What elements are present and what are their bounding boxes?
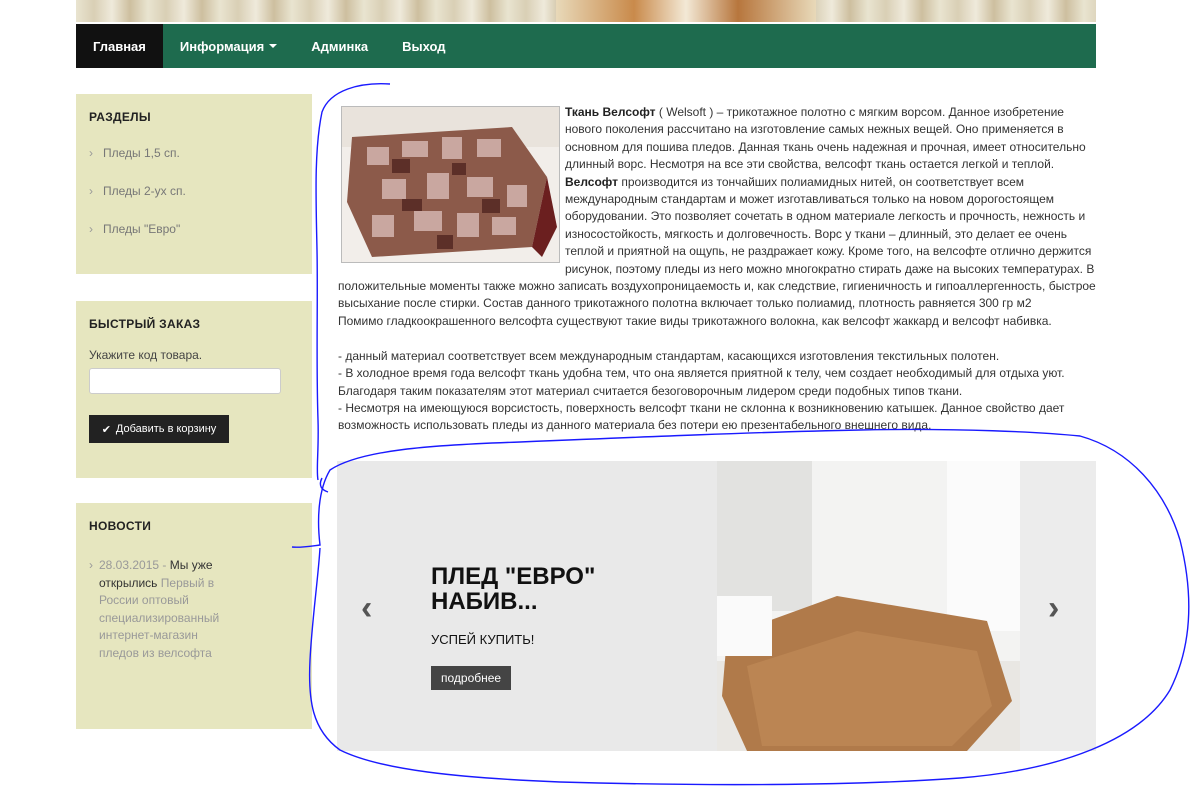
section-item[interactable]: › Пледы 1,5 сп.	[89, 146, 299, 184]
section-item-label: Пледы 1,5 сп.	[103, 146, 180, 160]
chevron-right-icon: ›	[89, 558, 93, 572]
quick-order-panel: БЫСТРЫЙ ЗАКАЗ Укажите код товара. ✔ Добав…	[76, 301, 312, 478]
article-spacer	[338, 330, 1096, 347]
article-bold-term: Велсофт	[565, 174, 619, 189]
add-to-cart-label: Добавить в корзину	[115, 423, 217, 435]
nav-info-label: Информация	[179, 38, 265, 54]
nav-home-label: Главная	[93, 38, 146, 54]
news-title: НОВОСТИ	[89, 519, 152, 533]
nav-logout[interactable]: Выход	[385, 24, 462, 68]
main-navbar: Главная Информация Админка Выход	[76, 24, 1096, 68]
nav-info-dropdown[interactable]: Информация	[163, 24, 294, 68]
article-text: Ткань Велсофт ( Welsoft ) – трикотажное …	[338, 104, 1096, 435]
nav-admin-label: Админка	[311, 38, 369, 54]
caret-down-icon	[269, 44, 278, 48]
chevron-right-icon: ›	[89, 146, 93, 160]
banner-image	[556, 0, 816, 22]
product-code-label: Укажите код товара.	[89, 348, 203, 362]
article-paragraph-2: Помимо гладкоокрашенного велсофта сущест…	[338, 313, 1052, 328]
section-item-label: Пледы "Евро"	[103, 222, 181, 236]
section-item[interactable]: › Пледы "Евро"	[89, 222, 299, 260]
slide-title: ПЛЕД "ЕВРО" НАБИВ...	[431, 563, 596, 615]
check-icon: ✔	[101, 423, 111, 436]
slide-image	[717, 461, 1020, 751]
nav-admin[interactable]: Админка	[294, 24, 385, 68]
chevron-right-icon: ›	[89, 184, 93, 198]
article-bullet-1: - данный материал соответствует всем меж…	[338, 348, 1000, 363]
section-item[interactable]: › Пледы 2-ух сп.	[89, 184, 299, 222]
image-spacer	[338, 104, 565, 264]
news-panel: НОВОСТИ › 28.03.2015 - Мы уже открылись …	[76, 503, 312, 729]
chevron-right-icon[interactable]: ›	[1048, 591, 1059, 625]
sections-list: › Пледы 1,5 сп. › Пледы 2-ух сп. › Пледы "Е…	[89, 146, 299, 260]
section-item-label: Пледы 2-ух сп.	[103, 184, 186, 198]
sections-title: РАЗДЕЛЫ	[89, 110, 151, 124]
chevron-left-icon[interactable]: ‹	[361, 591, 372, 625]
add-to-cart-button[interactable]: ✔ Добавить в корзину	[89, 415, 229, 443]
slide-subtitle: УСПЕЙ КУПИТЬ!	[431, 632, 535, 647]
chevron-right-icon: ›	[89, 222, 93, 236]
promo-carousel: ПЛЕД "ЕВРО" НАБИВ... УСПЕЙ КУПИТЬ! подро…	[337, 461, 1096, 751]
nav-logout-label: Выход	[402, 38, 446, 54]
news-date: 28.03.2015 -	[99, 558, 167, 572]
product-code-input[interactable]	[89, 368, 281, 394]
nav-home[interactable]: Главная	[76, 24, 163, 68]
article-bullet-3: - Несмотря на имеющуюся ворсистость, пов…	[338, 400, 1065, 433]
quick-order-title: БЫСТРЫЙ ЗАКАЗ	[89, 317, 201, 331]
slide-more-button[interactable]: подробнее	[431, 666, 512, 690]
article-bullet-2: - В холодное время года велсофт ткань уд…	[338, 366, 1065, 398]
sections-panel: РАЗДЕЛЫ › Пледы 1,5 сп. › Пледы 2-ух сп. ›…	[76, 94, 312, 274]
article-title: Ткань Велсофт	[565, 105, 656, 119]
news-item[interactable]: › 28.03.2015 - Мы уже открылись Первый в…	[89, 557, 229, 663]
header-banner	[76, 0, 1096, 22]
